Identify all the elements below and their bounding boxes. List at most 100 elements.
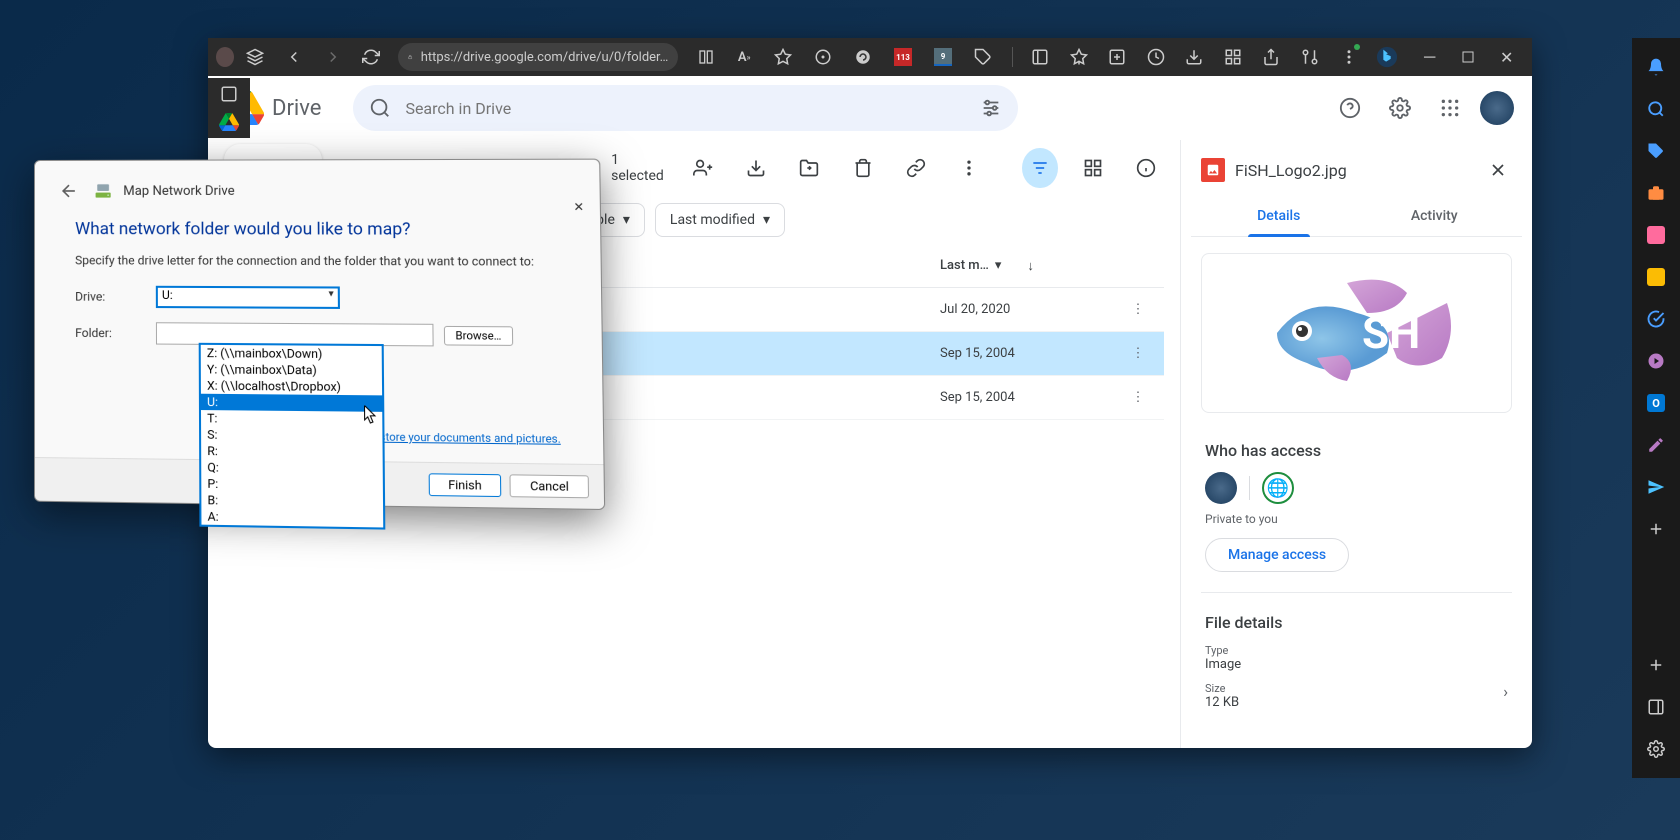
size-label: Size	[1205, 682, 1239, 695]
search-input[interactable]	[405, 99, 966, 118]
outlook-icon[interactable]: O	[1639, 386, 1673, 420]
profile-icon[interactable]	[216, 47, 234, 67]
drive-select[interactable]: U:	[156, 286, 340, 309]
add-app-icon[interactable]	[1639, 512, 1673, 546]
row-more-icon[interactable]: ⋮	[1120, 346, 1156, 361]
add-pane-icon[interactable]	[1639, 648, 1673, 682]
extensions-icon[interactable]	[964, 38, 1002, 76]
chip-modified[interactable]: Last modified▾	[655, 203, 785, 237]
address-bar[interactable]: https://drive.google.com/drive/u/0/folde…	[398, 43, 678, 71]
dropdown-option[interactable]: U:	[201, 394, 382, 412]
more-selection-icon[interactable]	[951, 148, 986, 188]
dialog-subtext: Specify the drive letter for the connect…	[75, 253, 558, 268]
private-label: Private to you	[1205, 512, 1508, 526]
back-button[interactable]	[277, 38, 312, 76]
search-box[interactable]	[353, 85, 1018, 131]
games-icon[interactable]	[1639, 218, 1673, 252]
delete-selection-icon[interactable]	[845, 148, 880, 188]
text-size-icon[interactable]: A»	[727, 38, 762, 76]
close-details-icon[interactable]	[1484, 156, 1512, 184]
minimize-button[interactable]: ─	[1412, 38, 1447, 76]
chevron-right-icon[interactable]: ›	[1503, 682, 1508, 701]
row-more-icon[interactable]: ⋮	[1120, 302, 1156, 317]
dialog-close-icon[interactable]: ✕	[568, 197, 589, 218]
arrow-down-icon: ↓	[1027, 258, 1034, 274]
type-label: Type	[1205, 644, 1508, 657]
menu-icon[interactable]	[1331, 38, 1366, 76]
col-date-header[interactable]: Last m… ▾ ↓	[940, 258, 1120, 274]
dropdown-option[interactable]: X: (\\localhost\Dropbox)	[201, 377, 382, 395]
ext-2-icon[interactable]	[844, 38, 882, 76]
move-selection-icon[interactable]	[792, 148, 827, 188]
reload-button[interactable]	[354, 38, 389, 76]
row-more-icon[interactable]: ⋮	[1120, 390, 1156, 405]
downloads-icon[interactable]	[1177, 38, 1212, 76]
dropdown-option[interactable]: Z: (\\mainbox\Down)	[201, 345, 382, 363]
ext-1-icon[interactable]	[804, 38, 842, 76]
favorite-icon[interactable]	[765, 38, 800, 76]
finish-button[interactable]: Finish	[428, 473, 502, 497]
view-grid-icon[interactable]	[1076, 148, 1111, 188]
ext-3-icon[interactable]: 113	[884, 38, 922, 76]
performance-icon[interactable]	[1293, 38, 1328, 76]
owner-avatar[interactable]	[1205, 472, 1237, 504]
notifications-icon[interactable]	[1639, 50, 1673, 84]
edge-settings-icon[interactable]	[1639, 732, 1673, 766]
settings-icon[interactable]	[1380, 88, 1420, 128]
tab-activity[interactable]: Activity	[1357, 196, 1513, 236]
public-access-icon[interactable]: 🌐	[1262, 472, 1294, 504]
link-selection-icon[interactable]	[898, 148, 933, 188]
edit-icon[interactable]	[1639, 428, 1673, 462]
search-edge-icon[interactable]	[1639, 92, 1673, 126]
shopping-icon[interactable]	[1639, 134, 1673, 168]
split-screen-icon[interactable]	[688, 38, 723, 76]
todo-icon[interactable]	[1639, 302, 1673, 336]
drive-dropdown[interactable]: Z: (\\mainbox\Down) Y: (\\mainbox\Data) …	[199, 343, 386, 530]
manage-access-button[interactable]: Manage access	[1205, 538, 1349, 572]
close-window-button[interactable]: ✕	[1489, 38, 1524, 76]
details-panel: FiSH_Logo2.jpg Details Activity	[1180, 140, 1532, 748]
file-date: Jul 20, 2020	[940, 302, 1010, 317]
favorites-bar-icon[interactable]	[1061, 38, 1096, 76]
sidebar-icon[interactable]	[1023, 38, 1058, 76]
dropdown-option[interactable]: T:	[201, 410, 382, 428]
collapse-icon[interactable]	[1639, 690, 1673, 724]
filter-icon[interactable]	[1022, 148, 1057, 188]
send-icon[interactable]	[1639, 470, 1673, 504]
share-icon[interactable]	[1254, 38, 1289, 76]
tab-details[interactable]: Details	[1201, 196, 1357, 236]
apps-grid-icon[interactable]	[1430, 88, 1470, 128]
preview-thumbnail[interactable]: SH	[1201, 253, 1512, 413]
search-options-icon[interactable]	[980, 97, 1002, 119]
dropdown-option[interactable]: A:	[201, 508, 383, 527]
keep-icon[interactable]	[1639, 260, 1673, 294]
tools-icon[interactable]	[1639, 176, 1673, 210]
account-avatar[interactable]	[1480, 91, 1514, 125]
access-section: Who has access 🌐 Private to you Manage a…	[1181, 429, 1532, 584]
forward-button[interactable]	[315, 38, 350, 76]
history-icon[interactable]	[1139, 38, 1174, 76]
lock-icon	[408, 50, 412, 64]
bing-icon[interactable]	[1370, 38, 1405, 76]
dropdown-option[interactable]: Y: (\\mainbox\Data)	[201, 361, 382, 379]
support-icon[interactable]	[1330, 88, 1370, 128]
workspaces-icon[interactable]	[238, 38, 273, 76]
type-value: Image	[1205, 657, 1508, 672]
collections-icon[interactable]	[1100, 38, 1135, 76]
back-icon[interactable]	[55, 177, 83, 205]
drive-tab-icon[interactable]	[214, 112, 244, 132]
file-date: Sep 15, 2004	[940, 346, 1015, 361]
browse-button[interactable]: Browse…	[444, 325, 513, 345]
ext-4-icon[interactable]: 9	[924, 38, 962, 76]
search-icon	[369, 97, 391, 119]
header-right	[1330, 88, 1514, 128]
cancel-button[interactable]: Cancel	[510, 474, 589, 498]
share-selection-icon[interactable]	[685, 148, 720, 188]
maximize-button[interactable]	[1451, 38, 1486, 76]
info-icon[interactable]	[1129, 148, 1164, 188]
apps-icon[interactable]	[1216, 38, 1251, 76]
video-icon[interactable]	[1639, 344, 1673, 378]
download-selection-icon[interactable]	[739, 148, 774, 188]
tab-actions-icon[interactable]	[214, 84, 244, 104]
selection-count: 1 selected	[611, 152, 667, 184]
